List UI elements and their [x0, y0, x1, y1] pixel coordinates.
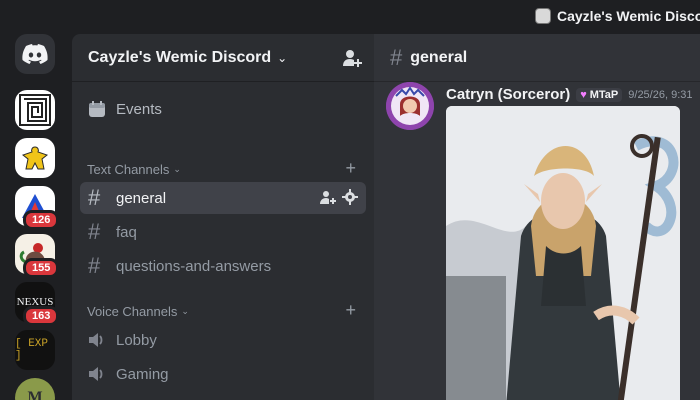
server-rooster[interactable]: 155 [15, 234, 60, 278]
events-label: Events [116, 100, 162, 118]
unread-badge: 126 [23, 210, 60, 230]
channel-label: questions-and-answers [116, 257, 272, 275]
message-header: Catryn (Sorceror) ♥ MTaP 9/25/26, 9:31 [446, 86, 693, 103]
elf-sorceress-illustration [446, 106, 680, 400]
voice-channel-lobby[interactable]: Lobby [80, 324, 366, 356]
voice-channel-gaming[interactable]: Gaming [80, 358, 366, 390]
text-channel-icon: # [88, 185, 101, 210]
letter-m-icon: M [15, 378, 55, 400]
server-header[interactable]: Cayzle's Wemic Discord ⌄ [72, 34, 374, 82]
chevron-down-icon: ⌄ [181, 306, 189, 316]
message-author[interactable]: Catryn (Sorceror) [446, 86, 570, 103]
server-exp[interactable]: [ EXP ] [15, 330, 55, 370]
channel-tools [320, 189, 358, 205]
unread-badge: 163 [23, 306, 60, 326]
server-tag-label: MTaP [589, 88, 619, 101]
channel-general[interactable]: # general [80, 182, 366, 214]
channel-label: Lobby [116, 331, 157, 349]
server-nexus[interactable]: NEXUS 163 [15, 282, 60, 326]
category-label: Text Channels [87, 162, 170, 177]
server-mini-icon [535, 8, 551, 24]
window-title: Cayzle's Wemic Discord [535, 8, 700, 24]
green-label: M [27, 389, 43, 400]
text-channel-icon: # [88, 253, 101, 278]
gear-icon[interactable] [342, 189, 358, 205]
chat-channel-name: general [410, 48, 468, 66]
category-label: Voice Channels [87, 304, 178, 319]
exp-label: [ EXP ] [15, 338, 49, 362]
create-invite-icon[interactable] [320, 189, 336, 205]
unread-badge: 155 [23, 258, 60, 278]
window-titlebar: Cayzle's Wemic Discord [0, 0, 700, 34]
heart-icon: ♥ [580, 88, 587, 101]
home-button[interactable] [15, 34, 55, 74]
server-maze[interactable] [15, 90, 55, 130]
channel-label: Gaming [116, 365, 169, 383]
exp-icon: [ EXP ] [15, 330, 55, 370]
channel-faq[interactable]: # faq [80, 216, 366, 248]
add-channel-icon[interactable]: + [345, 158, 356, 179]
text-channel-icon: # [88, 219, 101, 244]
maze-icon [15, 90, 55, 130]
chat-header: # general [374, 34, 700, 82]
chevron-down-icon: ⌄ [277, 50, 288, 65]
channel-label: general [116, 189, 167, 207]
server-rail: 126 155 NEXUS 163 [ EXP ] M [0, 34, 72, 400]
events-item[interactable]: Events [88, 100, 162, 118]
text-channel-icon: # [390, 44, 403, 70]
speaker-icon [88, 332, 114, 348]
chevron-down-icon: ⌄ [173, 164, 181, 174]
server-meeple[interactable] [15, 138, 55, 178]
avatar[interactable] [386, 82, 434, 130]
channel-sidebar: Cayzle's Wemic Discord ⌄ Events Text Cha… [72, 34, 374, 400]
invite-people-icon[interactable] [342, 48, 362, 68]
server-triangle[interactable]: 126 [15, 186, 60, 230]
server-green[interactable]: M [15, 378, 55, 400]
calendar-icon [89, 101, 105, 117]
channel-label: faq [116, 223, 137, 241]
add-channel-icon[interactable]: + [345, 300, 356, 321]
speaker-icon [88, 366, 114, 382]
message-timestamp: 9/25/26, 9:31 [628, 88, 693, 101]
image-attachment[interactable] [446, 106, 680, 400]
category-text-channels[interactable]: Text Channels ⌄ + [87, 158, 364, 178]
window-title-text: Cayzle's Wemic Discord [557, 8, 700, 24]
channel-questions-and-answers[interactable]: # questions-and-answers [80, 250, 366, 282]
chat-area: # general Catryn (Sorceror) ♥ MTaP 9/25/… [374, 34, 700, 400]
server-name: Cayzle's Wemic Discord [88, 48, 272, 66]
meeple-icon [15, 138, 55, 178]
server-tag[interactable]: ♥ MTaP [576, 87, 623, 102]
discord-logo-icon [22, 44, 48, 64]
category-voice-channels[interactable]: Voice Channels ⌄ + [87, 300, 364, 320]
